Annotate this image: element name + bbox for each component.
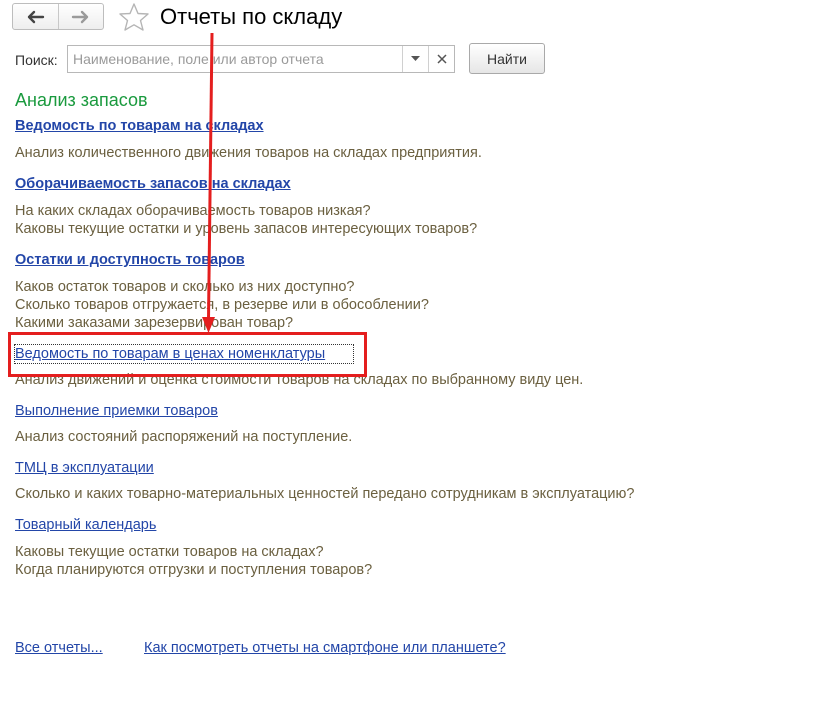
report-description: Сколько и каких товарно-материальных цен… (15, 486, 635, 502)
navigation-buttons (12, 3, 104, 30)
page-title: Отчеты по складу (160, 4, 343, 29)
arrow-left-icon (28, 10, 45, 23)
report-description: Анализ количественного движения товаров … (15, 145, 482, 161)
star-outline-icon[interactable] (118, 2, 150, 32)
report-description: Анализ движений и оценка стоимости товар… (15, 372, 584, 388)
report-description: Какими заказами зарезервирован товар? (15, 315, 294, 331)
all-reports-link[interactable]: Все отчеты... (15, 639, 103, 657)
forward-button[interactable] (57, 4, 104, 29)
search-field (67, 45, 455, 73)
report-description: Сколько товаров отгружается, в резерве и… (15, 297, 429, 313)
report-link-goods-calendar[interactable]: Товарный календарь (15, 516, 156, 534)
close-icon (436, 54, 447, 64)
back-button[interactable] (13, 4, 58, 29)
report-link-inventory-turnover[interactable]: Оборачиваемость запасов на складах (15, 175, 291, 193)
search-input[interactable] (68, 46, 402, 72)
report-description: Каковы текущие остатки и уровень запасов… (15, 221, 478, 237)
mobile-help-link[interactable]: Как посмотреть отчеты на смартфоне или п… (144, 639, 506, 657)
report-description: Каковы текущие остатки товаров на склада… (15, 544, 324, 560)
report-link-goods-in-item-prices[interactable]: Ведомость по товарам в ценах номенклатур… (15, 345, 325, 363)
search-clear-button[interactable] (428, 46, 454, 72)
section-title: Анализ запасов (15, 90, 148, 110)
report-description: Каков остаток товаров и сколько из них д… (15, 279, 355, 295)
arrow-right-icon (71, 10, 88, 23)
search-label: Поиск: (15, 52, 58, 68)
report-description: Анализ состояний распоряжений на поступл… (15, 429, 353, 445)
report-link-stock-availability[interactable]: Остатки и доступность товаров (15, 251, 245, 269)
report-description: Когда планируются отгрузки и поступления… (15, 562, 373, 578)
report-link-warehouse-goods[interactable]: Ведомость по товарам на складах (15, 117, 264, 135)
triangle-down-icon (411, 56, 420, 61)
report-link-goods-receipt[interactable]: Выполнение приемки товаров (15, 402, 218, 420)
search-dropdown-button[interactable] (402, 46, 428, 72)
find-button[interactable]: Найти (469, 43, 545, 74)
report-description: На каких складах оборачиваемость товаров… (15, 203, 371, 219)
report-link-items-in-use[interactable]: ТМЦ в эксплуатации (15, 459, 154, 477)
